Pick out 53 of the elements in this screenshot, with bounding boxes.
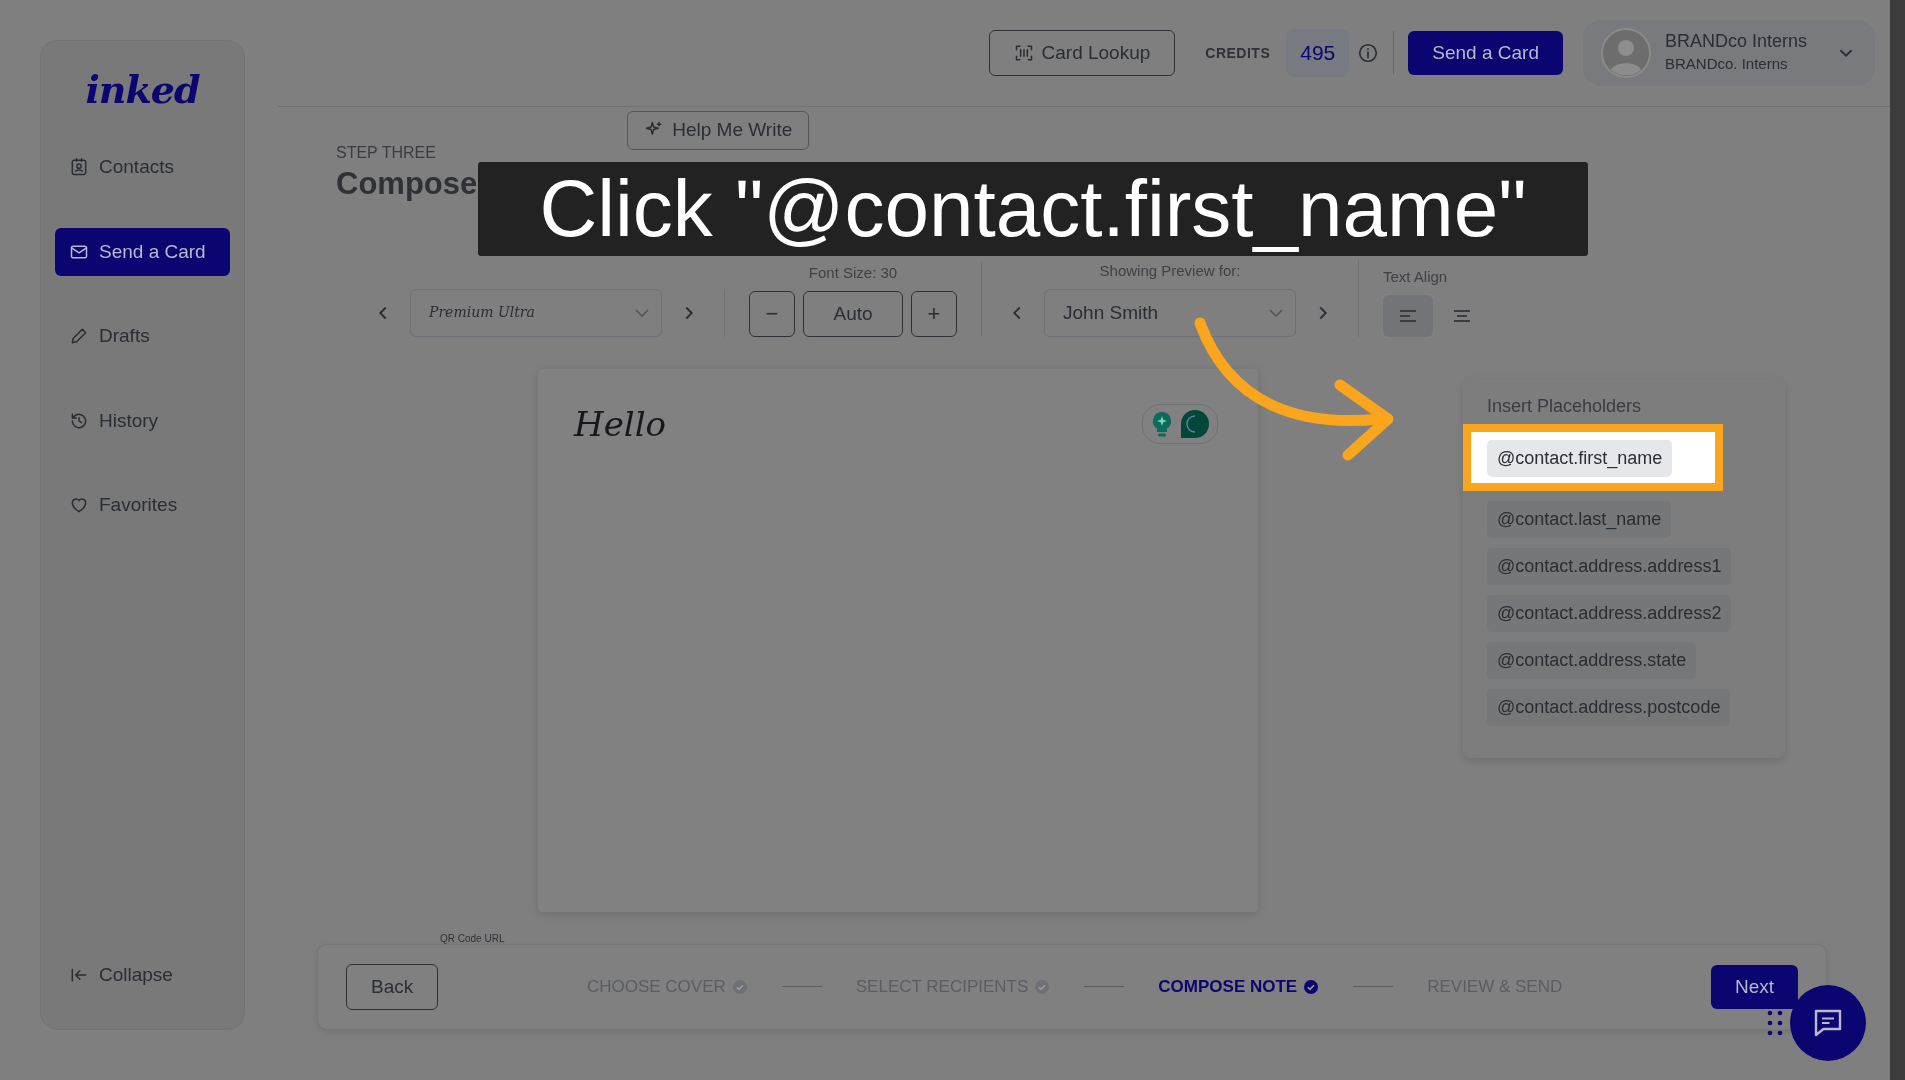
placeholder-chip[interactable]: @contact.address.address1 (1487, 547, 1732, 585)
note-text[interactable]: Hello (574, 398, 666, 450)
user-name: BRANDco Interns (1665, 31, 1809, 53)
placeholder-chip[interactable]: @contact.first_name (1487, 439, 1673, 477)
credits-count: 495 (1286, 29, 1350, 77)
contact-select[interactable]: John Smith (1044, 288, 1296, 337)
preview-label: Showing Preview for: (1099, 261, 1241, 282)
contact-name: John Smith (1063, 300, 1159, 325)
font-name: Premium Ultra (429, 303, 535, 323)
organization-name: BRANDco. Interns (1665, 53, 1789, 74)
scrollbar[interactable] (1890, 0, 1905, 1080)
font-size-field[interactable]: Auto (803, 290, 903, 337)
panel-title: Insert Placeholders (1487, 394, 1643, 418)
back-button[interactable]: Back (346, 963, 439, 1011)
align-left-button[interactable] (1383, 294, 1433, 337)
credits-label: CREDITS (1205, 43, 1271, 63)
contact-card-icon (69, 157, 89, 178)
font-select[interactable]: Premium Ultra (410, 288, 662, 337)
placeholder-chip[interactable]: @contact.address.address2 (1487, 594, 1732, 632)
profile-menu[interactable]: BRANDco Interns BRANDco. Interns (1583, 20, 1875, 87)
info-icon (1357, 42, 1380, 65)
card-lookup-button[interactable]: Card Lookup (988, 29, 1176, 77)
tutorial-caption: Click "@contact.first_name" (478, 162, 1588, 256)
placeholder-chip[interactable]: @contact.last_name (1487, 500, 1672, 538)
sidebar-item[interactable]: Contacts (55, 143, 230, 192)
check-circle-icon (731, 978, 748, 995)
sidebar-item[interactable]: Drafts (55, 312, 230, 361)
avatar-icon (1601, 28, 1651, 79)
logo: inked (85, 71, 200, 109)
check-circle-icon (1303, 978, 1320, 995)
decrease-button[interactable]: − (749, 290, 795, 337)
increase-button[interactable]: + (911, 290, 957, 337)
sidebar-item[interactable]: History (55, 396, 230, 445)
caret-icon (635, 308, 649, 317)
send-card-button[interactable]: Send a Card (1408, 30, 1563, 76)
text-align-label: Text Align (1383, 267, 1448, 288)
font-size-label: Font Size: 30 (808, 263, 898, 284)
check-circle-icon (1034, 978, 1051, 995)
assistant-toggle[interactable] (1142, 403, 1218, 444)
page-title: Compose (336, 165, 478, 203)
caret-icon (1269, 308, 1283, 317)
help-me-write-button[interactable]: Help Me Write (627, 111, 810, 150)
chat-bubble-icon (1179, 407, 1211, 440)
drag-handle-icon (1767, 1010, 1783, 1036)
placeholder-chip[interactable]: @contact.address.postcode (1487, 688, 1731, 726)
sidebar-item[interactable]: Send a Card (55, 227, 230, 276)
collapse-button[interactable]: Collapse (55, 950, 230, 999)
step-label: STEP THREE (336, 143, 437, 164)
qr-code-label: QR Code URL (440, 933, 506, 944)
sidebar-item[interactable]: Favorites (55, 481, 230, 530)
placeholder-chip[interactable]: @contact.address.state (1487, 641, 1697, 679)
step-label[interactable]: COMPOSE NOTE (1158, 974, 1320, 1000)
next-button[interactable]: Next (1710, 964, 1798, 1010)
